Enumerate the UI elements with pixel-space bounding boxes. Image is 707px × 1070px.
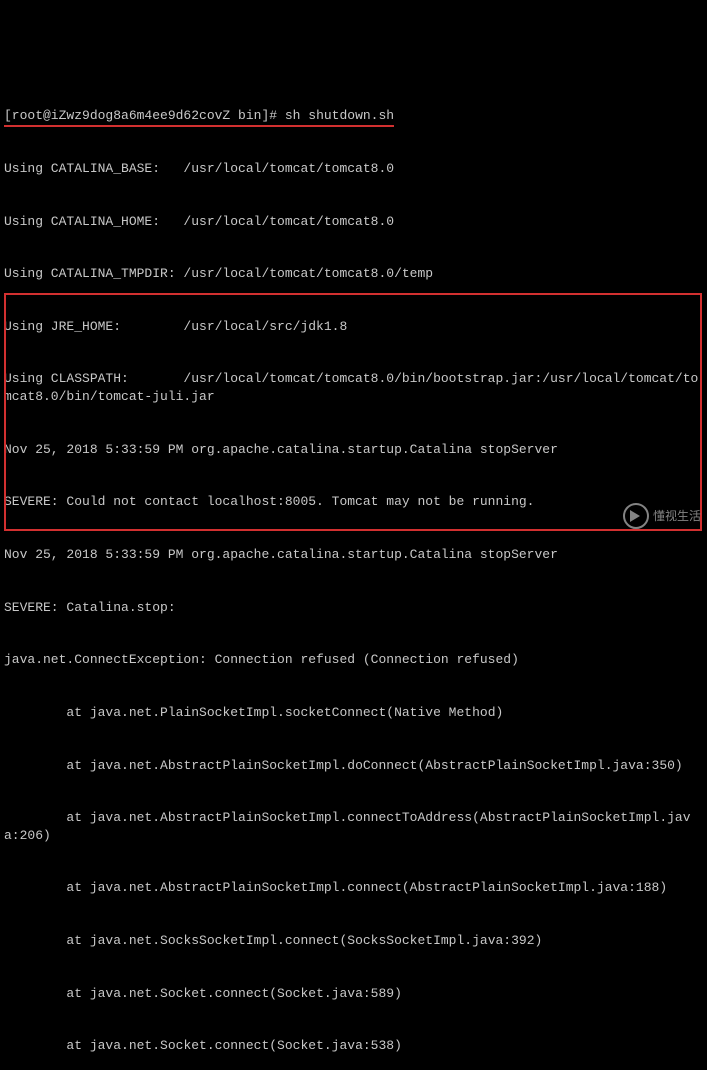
- prompt-line: [root@iZwz9dog8a6m4ee9d62covZ bin]# sh s…: [4, 107, 703, 125]
- prompt-command: sh shutdown.sh: [285, 108, 394, 123]
- env-line: Using CATALINA_HOME: /usr/local/tomcat/t…: [4, 213, 703, 231]
- env-line: Using JRE_HOME: /usr/local/src/jdk1.8: [4, 318, 703, 336]
- log-line: Nov 25, 2018 5:33:59 PM org.apache.catal…: [4, 441, 703, 459]
- stack-line: at java.net.PlainSocketImpl.socketConnec…: [4, 704, 703, 722]
- stack-line: at java.net.Socket.connect(Socket.java:5…: [4, 1037, 703, 1055]
- stack-line: at java.net.AbstractPlainSocketImpl.conn…: [4, 879, 703, 897]
- stack-line: at java.net.SocksSocketImpl.connect(Sock…: [4, 932, 703, 950]
- log-line: SEVERE: Catalina.stop:: [4, 599, 703, 617]
- env-line: Using CATALINA_BASE: /usr/local/tomcat/t…: [4, 160, 703, 178]
- terminal-output[interactable]: [root@iZwz9dog8a6m4ee9d62covZ bin]# sh s…: [0, 70, 707, 1070]
- stack-line: at java.net.AbstractPlainSocketImpl.conn…: [4, 809, 703, 844]
- play-icon: [623, 503, 649, 529]
- stack-line: at java.net.AbstractPlainSocketImpl.doCo…: [4, 757, 703, 775]
- log-line: Nov 25, 2018 5:33:59 PM org.apache.catal…: [4, 546, 703, 564]
- watermark-text: 懂视生活: [653, 508, 701, 524]
- env-line: Using CATALINA_TMPDIR: /usr/local/tomcat…: [4, 265, 703, 283]
- watermark: 懂视生活: [623, 503, 701, 529]
- stack-line: at java.net.Socket.connect(Socket.java:5…: [4, 985, 703, 1003]
- prompt-user-host: [root@iZwz9dog8a6m4ee9d62covZ bin]#: [4, 108, 277, 123]
- log-line: SEVERE: Could not contact localhost:8005…: [4, 493, 703, 511]
- exception-line: java.net.ConnectException: Connection re…: [4, 651, 703, 669]
- env-line: Using CLASSPATH: /usr/local/tomcat/tomca…: [4, 370, 703, 405]
